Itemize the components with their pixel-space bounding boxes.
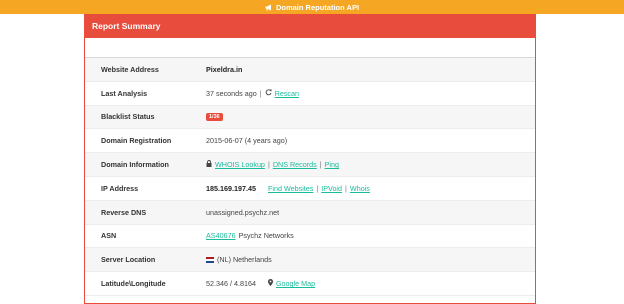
- map-marker-icon: [267, 279, 273, 288]
- separator: |: [319, 160, 322, 170]
- ipvoid-link[interactable]: IPVoid: [321, 184, 342, 193]
- row-label: Reverse DNS: [101, 207, 147, 217]
- netherlands-flag-icon: [206, 256, 214, 263]
- row-reverse-dns: Reverse DNS unassigned.psychz.net: [85, 200, 535, 225]
- row-website-address: Website Address Pixeldra.in: [85, 58, 535, 82]
- row-label: IP Address: [101, 183, 139, 193]
- rescan-link[interactable]: Rescan: [275, 89, 299, 98]
- asn-name: Psychz Networks: [238, 231, 294, 241]
- row-label: Last Analysis: [101, 88, 148, 98]
- row-label: Domain Information: [101, 160, 169, 170]
- asn-link[interactable]: AS40676: [206, 231, 236, 240]
- row-asn: ASN AS40676 Psychz Networks: [85, 225, 535, 249]
- whois-lookup-link[interactable]: WHOIS Lookup: [215, 160, 265, 169]
- ping-link[interactable]: Ping: [325, 160, 339, 169]
- report-summary-panel: Report Summary Website Address Pixeldra.…: [84, 14, 536, 304]
- whois-link[interactable]: Whois: [350, 184, 370, 193]
- panel-title: Report Summary: [92, 21, 161, 31]
- find-websites-link[interactable]: Find Websites: [268, 184, 313, 193]
- blacklist-badge: 1/36: [206, 112, 223, 121]
- refresh-icon[interactable]: [265, 89, 272, 98]
- row-label: Domain Registration: [101, 136, 172, 146]
- google-map-link[interactable]: Google Map: [276, 279, 315, 288]
- top-bar-title: Domain Reputation API: [275, 2, 360, 12]
- row-ip-address: IP Address 185.169.197.45 Find Websites …: [85, 177, 535, 201]
- row-label: Website Address: [101, 64, 159, 74]
- row-server-location: Server Location (NL) Netherlands: [85, 248, 535, 273]
- lock-icon: [206, 160, 212, 169]
- separator: |: [316, 183, 319, 193]
- panel-spacer: [85, 38, 535, 58]
- row-label: ASN: [101, 231, 117, 241]
- separator: |: [345, 183, 347, 193]
- row-label: Blacklist Status: [101, 112, 155, 122]
- summary-table: Website Address Pixeldra.in Last Analysi…: [85, 58, 535, 296]
- row-last-analysis: Last Analysis 37 seconds ago | Rescan: [85, 82, 535, 106]
- server-location-value: (NL) Netherlands: [217, 255, 272, 265]
- latlong-value: 52.346 / 4.8164: [206, 279, 256, 289]
- panel-header: Report Summary: [85, 14, 535, 38]
- row-latitude-longitude: Latitude\Longitude 52.346 / 4.8164 Googl…: [85, 272, 535, 296]
- row-blacklist-status: Blacklist Status 1/36: [85, 105, 535, 130]
- separator: |: [267, 160, 270, 170]
- top-bar: Domain Reputation API: [0, 0, 624, 14]
- row-domain-registration: Domain Registration 2015-06-07 (4 years …: [85, 129, 535, 154]
- row-label: Server Location: [101, 255, 156, 265]
- separator: |: [259, 88, 262, 98]
- last-analysis-value: 37 seconds ago: [206, 88, 257, 98]
- bullhorn-icon: [265, 4, 273, 11]
- ip-address-value: 185.169.197.45: [206, 183, 256, 193]
- row-domain-information: Domain Information WHOIS Lookup | DNS Re…: [85, 153, 535, 177]
- domain-registration-value: 2015-06-07 (4 years ago): [206, 136, 288, 146]
- row-label: Latitude\Longitude: [101, 279, 166, 289]
- website-address-value: Pixeldra.in: [206, 64, 243, 74]
- dns-records-link[interactable]: DNS Records: [273, 160, 317, 169]
- reverse-dns-value: unassigned.psychz.net: [206, 207, 280, 217]
